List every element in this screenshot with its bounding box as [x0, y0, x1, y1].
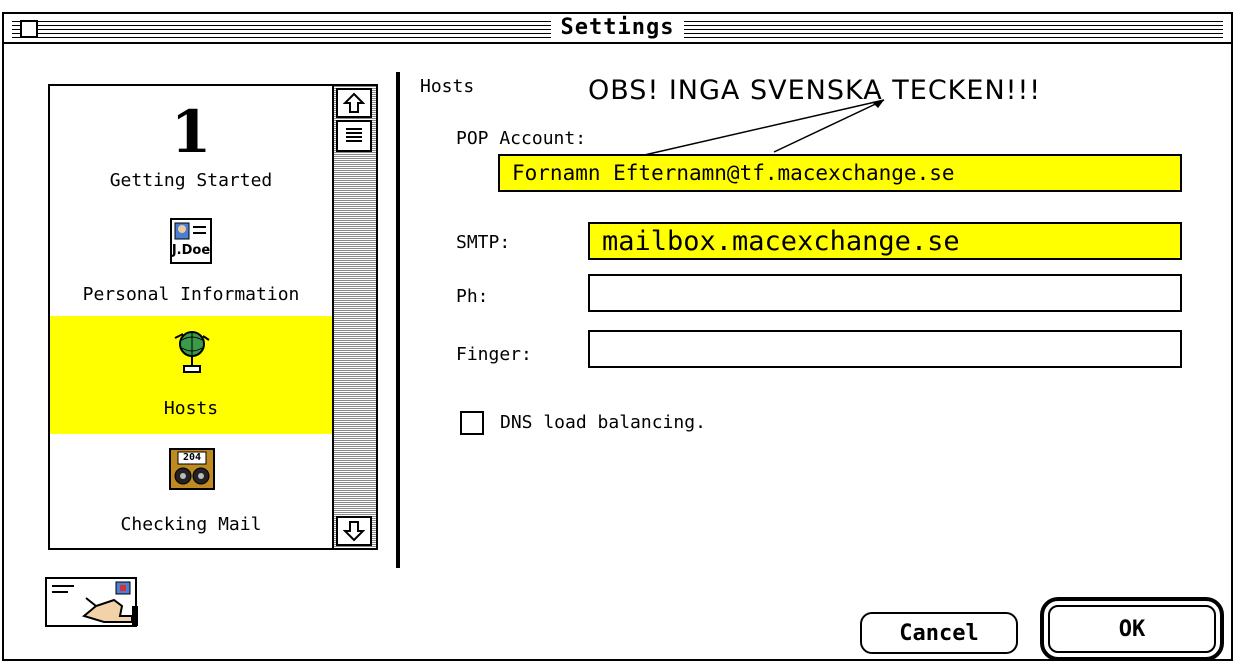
sidebar-item-personal-information[interactable]: J.Doe Personal Information: [50, 202, 332, 316]
ph-label: Ph:: [456, 286, 489, 307]
mail-counter-icon: 204: [169, 448, 215, 490]
sidebar-item-label: Personal Information: [82, 284, 300, 305]
smtp-field[interactable]: mailbox.macexchange.se: [588, 222, 1182, 260]
compose-mail-icon: [44, 576, 140, 630]
dns-load-balancing-label[interactable]: DNS load balancing.: [500, 412, 706, 434]
globe-network-icon: [173, 330, 211, 376]
dns-load-balancing-checkbox[interactable]: [460, 411, 484, 435]
ok-button-label: OK: [1118, 616, 1146, 642]
sidebar-item-label: Getting Started: [109, 170, 273, 191]
settings-category-list[interactable]: 1 Getting Started J.Doe Personal Informa…: [48, 84, 378, 550]
category-list-content: 1 Getting Started J.Doe Personal Informa…: [50, 86, 332, 548]
cancel-button[interactable]: Cancel: [860, 612, 1018, 654]
id-card-text: J.Doe: [171, 243, 211, 258]
sidebar-item-checking-mail[interactable]: 204 Checking Mail: [50, 434, 332, 548]
pop-account-field[interactable]: Fornamn Efternamn@tf.macexchange.se: [498, 154, 1182, 192]
arrow-up-icon: [343, 92, 365, 113]
smtp-label: SMTP:: [456, 232, 511, 253]
ph-field[interactable]: [588, 274, 1182, 312]
window-title: Settings: [550, 16, 685, 40]
id-card-icon: J.Doe: [170, 218, 212, 264]
title-bar[interactable]: Settings: [4, 14, 1231, 44]
list-scrollbar[interactable]: [332, 86, 376, 548]
sidebar-item-label: Checking Mail: [120, 514, 262, 535]
finger-label: Finger:: [456, 344, 532, 365]
pop-account-label: POP Account:: [456, 128, 587, 149]
scroll-thumb[interactable]: [336, 120, 372, 152]
sidebar-item-label: Hosts: [163, 398, 219, 419]
finger-field[interactable]: [588, 330, 1182, 368]
panel-divider: [396, 72, 400, 568]
settings-window: Settings 1 Getting Started J.Doe Persona…: [2, 12, 1233, 661]
sidebar-item-getting-started[interactable]: 1 Getting Started: [50, 86, 332, 202]
counter-text: 204: [182, 452, 202, 463]
close-box[interactable]: [20, 20, 38, 38]
panel-heading: Hosts: [420, 76, 475, 97]
scroll-down-button[interactable]: [336, 516, 372, 546]
number-one-icon: 1: [170, 98, 212, 166]
ok-button[interactable]: OK: [1048, 605, 1216, 653]
cancel-button-label: Cancel: [899, 620, 979, 646]
scroll-up-button[interactable]: [336, 88, 372, 118]
sidebar-item-hosts[interactable]: Hosts: [50, 316, 332, 434]
arrow-down-icon: [343, 521, 365, 542]
